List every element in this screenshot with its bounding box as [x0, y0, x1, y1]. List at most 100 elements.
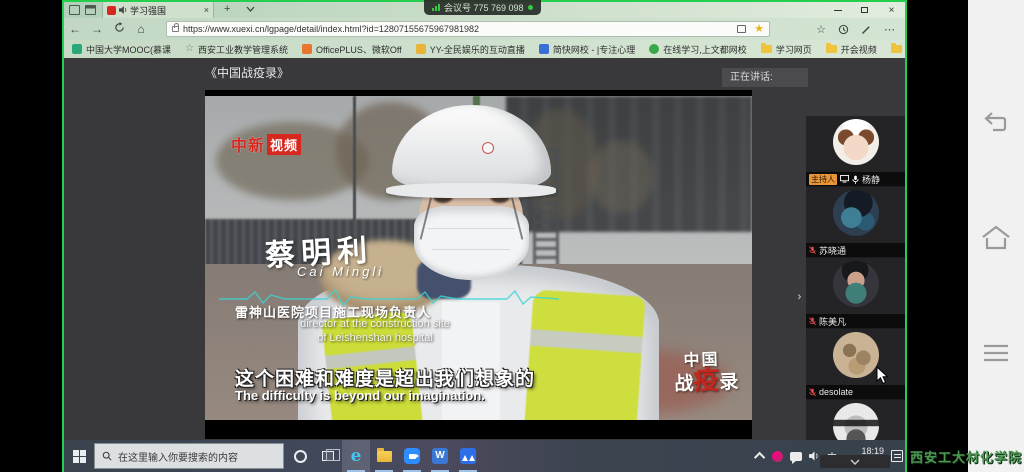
- mouse-cursor: [876, 366, 889, 385]
- home-button[interactable]: ⌂: [130, 22, 152, 36]
- action-center-icon[interactable]: [891, 450, 903, 462]
- taskbar-edge-button[interactable]: e: [342, 440, 370, 472]
- participants-panel: 主持人 杨静: [806, 116, 905, 470]
- video-player[interactable]: 中新 视频 蔡明利 Cai Mingli 雷神山医院项目施工现场负责人 dire…: [205, 90, 752, 439]
- close-button[interactable]: ×: [878, 2, 905, 18]
- wps-icon: W: [432, 448, 448, 464]
- task-view-button[interactable]: [314, 440, 342, 472]
- forward-button[interactable]: →: [86, 22, 108, 36]
- new-tab-button[interactable]: +: [224, 3, 230, 15]
- windows-taskbar: 在这里输入你要搜索的内容 e W 中: [64, 440, 905, 472]
- bookmark-item[interactable]: 开会视频: [826, 43, 877, 56]
- favorites-hub-icon[interactable]: ☆: [816, 23, 826, 36]
- home-nav-icon[interactable]: [980, 224, 1012, 252]
- folder-icon: [826, 45, 837, 53]
- panel-collapse-handle[interactable]: ›: [793, 286, 806, 308]
- bookmark-favicon: [649, 44, 659, 54]
- favorite-star-icon[interactable]: ★: [754, 24, 764, 34]
- hard-hat: [392, 105, 551, 192]
- cortana-icon: [294, 450, 307, 463]
- meeting-number-pill[interactable]: 会议号 775 769 098: [424, 0, 541, 15]
- participant-name: desolate: [819, 387, 853, 397]
- task-view-icon: [322, 451, 334, 461]
- meeting-number-label: 会议号 775 769 098: [444, 1, 524, 14]
- bookmark-item[interactable]: YY-全民娱乐的互动直播: [416, 43, 525, 56]
- taskbar-search-box[interactable]: 在这里输入你要搜索的内容: [94, 443, 284, 469]
- folder-icon: [891, 45, 902, 53]
- person-head: [403, 115, 540, 283]
- back-button[interactable]: ←: [64, 22, 86, 36]
- subtitle-zh: 这个困难和难度是超出我们想象的: [235, 364, 535, 391]
- participant-tile[interactable]: 苏晓通: [806, 187, 905, 257]
- history-icon[interactable]: [838, 24, 849, 35]
- bookmark-item[interactable]: 简快网校 - |专注心理: [539, 43, 635, 56]
- participant-tile[interactable]: desolate: [806, 329, 905, 399]
- tray-chat-icon[interactable]: [790, 452, 802, 461]
- cortana-button[interactable]: [286, 440, 314, 472]
- avatar: [833, 332, 879, 378]
- back-nav-icon[interactable]: [981, 110, 1011, 136]
- side-nav-strip: [968, 0, 1024, 472]
- taskbar-meeting-button[interactable]: [398, 440, 426, 472]
- set-tabs-aside-icon[interactable]: [85, 5, 96, 15]
- tab-audio-icon[interactable]: [119, 6, 127, 14]
- avatar: [833, 190, 879, 236]
- file-explorer-icon: [377, 451, 392, 462]
- mic-muted-icon: [809, 388, 816, 397]
- minimize-button[interactable]: [824, 2, 851, 18]
- participant-name: 杨静: [862, 173, 880, 186]
- maximize-button[interactable]: [851, 2, 878, 18]
- news-channel-logo: 中新 视频: [231, 132, 301, 156]
- tray-expand-icon[interactable]: [754, 452, 765, 463]
- bookmark-item[interactable]: 中国大学MOOC(慕课: [72, 43, 171, 56]
- taskbar-wps-button[interactable]: W: [426, 440, 454, 472]
- search-placeholder: 在这里输入你要搜索的内容: [118, 449, 238, 464]
- tabs-set-aside-icon[interactable]: [69, 5, 80, 15]
- speaking-now-label: 正在讲话:: [722, 68, 808, 87]
- mic-muted-icon: [809, 317, 816, 326]
- interviewee-name-pinyin: Cai Mingli: [297, 264, 384, 279]
- tab-close-icon[interactable]: ×: [204, 5, 209, 15]
- web-note-pen-icon[interactable]: [861, 24, 872, 35]
- tray-app-icon[interactable]: [772, 451, 783, 462]
- windows-logo-icon: [73, 450, 86, 463]
- bookmark-item[interactable]: 影视: [891, 43, 905, 56]
- panel-collapse-down-button[interactable]: [820, 455, 890, 468]
- bookmark-item[interactable]: 在线学习,上文都网校: [649, 43, 747, 56]
- url-field[interactable]: https://www.xuexi.cn/lgpage/detail/index…: [166, 21, 770, 37]
- tray-volume-icon[interactable]: [809, 451, 820, 461]
- menu-nav-icon[interactable]: [981, 342, 1011, 364]
- participant-tile[interactable]: 主持人 杨静: [806, 116, 905, 186]
- avatar: [833, 261, 879, 307]
- more-menu-icon[interactable]: ⋯: [884, 23, 895, 36]
- taskbar-app-button[interactable]: [454, 440, 482, 472]
- reading-view-icon[interactable]: [737, 25, 746, 33]
- tab-favicon: [107, 6, 116, 15]
- taskbar-explorer-button[interactable]: [370, 440, 398, 472]
- hi-vis-vest: [525, 289, 646, 420]
- blue-app-icon: [460, 448, 476, 464]
- browser-tab[interactable]: 学习强国 ×: [102, 2, 214, 18]
- host-badge: 主持人: [809, 174, 837, 185]
- program-logo: 中国 战疫录: [673, 351, 738, 395]
- bookmark-favicon: [72, 44, 82, 54]
- participant-tile[interactable]: 陈美凡: [806, 258, 905, 328]
- start-button[interactable]: [64, 440, 94, 472]
- folder-icon: [761, 45, 772, 53]
- face-mask: [414, 206, 529, 280]
- tab-dropdown-icon[interactable]: [246, 6, 255, 12]
- subtitle-en: The difficulty is beyond our imagination…: [235, 388, 485, 403]
- signal-icon: [432, 4, 440, 11]
- status-dot: [528, 5, 533, 10]
- refresh-button[interactable]: [108, 22, 130, 36]
- page-title: 《中国战疫录》: [205, 64, 289, 81]
- bookmark-item[interactable]: 学习网页: [761, 43, 812, 56]
- screen-share-icon: [840, 175, 849, 183]
- bookmarks-bar: 中国大学MOOC(慕课 ☆西安工业教学管理系统 OfficePLUS、微软Off…: [64, 40, 905, 58]
- window-controls: ×: [824, 2, 905, 18]
- mic-muted-icon: [809, 246, 816, 255]
- screen-share-region: 学习强国 × + × ← → ⌂ https://www.xuexi.: [62, 0, 907, 472]
- bookmark-item[interactable]: ☆西安工业教学管理系统: [185, 43, 288, 56]
- bookmark-item[interactable]: OfficePLUS、微软Off: [302, 43, 402, 56]
- bookmark-favicon: [539, 44, 549, 54]
